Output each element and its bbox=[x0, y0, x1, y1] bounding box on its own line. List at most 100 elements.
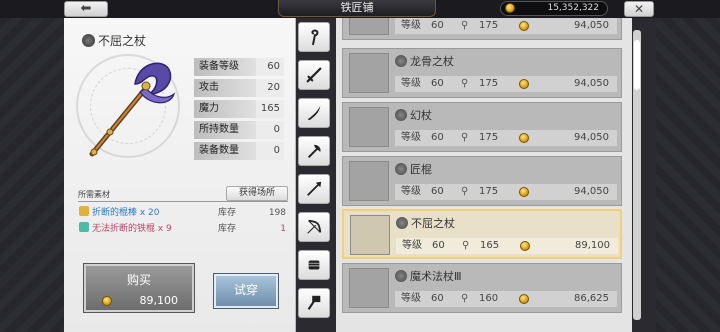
list-item[interactable]: 魔术法杖Ⅲ 等级 60 ⚲ 160 86,625 bbox=[342, 263, 622, 313]
item-name: 幻杖 bbox=[395, 107, 432, 123]
fist-icon bbox=[308, 260, 320, 270]
item-meta: 等级 60 ⚲ 165 89,100 bbox=[396, 238, 618, 254]
list-item[interactable]: 龙骨之杖 等级 60 ⚲ 175 94,050 bbox=[342, 48, 622, 98]
category-tabs bbox=[296, 18, 332, 332]
hammer-icon bbox=[307, 295, 321, 310]
back-button[interactable]: ⬅ bbox=[64, 1, 108, 17]
hammer-tab[interactable] bbox=[298, 288, 330, 318]
material-name-text: 无法折断的铁棍 x 9 bbox=[92, 224, 172, 234]
item-price: 94,050 bbox=[574, 186, 609, 197]
spear-tab[interactable] bbox=[298, 174, 330, 204]
material-row[interactable]: 折断的棍棒 x 20 库存 198 bbox=[78, 206, 288, 220]
gold-coin-icon bbox=[519, 187, 529, 197]
level-label: 等级 bbox=[401, 293, 421, 304]
material-count: 175 bbox=[479, 132, 499, 143]
level-label: 等级 bbox=[401, 132, 421, 143]
level-value: 60 bbox=[431, 186, 444, 197]
item-meta: 等级 60 ⚲ 175 94,050 bbox=[395, 18, 617, 34]
gold-coin-icon bbox=[102, 296, 112, 306]
buy-button[interactable]: 购买 89,100 bbox=[83, 263, 195, 313]
list-item[interactable]: 幻杖 等级 60 ⚲ 175 94,050 bbox=[342, 102, 622, 152]
staff-thumbnail bbox=[349, 161, 389, 201]
gem-icon bbox=[396, 217, 408, 229]
item-meta: 等级 60 ⚲ 175 94,050 bbox=[395, 76, 617, 92]
gem-icon bbox=[395, 270, 407, 282]
bow-icon bbox=[307, 219, 322, 234]
acquire-location-button[interactable]: 获得场所 bbox=[226, 186, 288, 201]
item-price: 94,050 bbox=[574, 78, 609, 89]
level-value: 60 bbox=[431, 78, 444, 89]
item-meta: 等级 60 ⚲ 175 94,050 bbox=[395, 184, 617, 200]
sword-tab[interactable] bbox=[298, 60, 330, 90]
stat-label: 攻击 bbox=[194, 79, 256, 97]
stat-row: 攻击 20 bbox=[194, 79, 284, 97]
buy-price: 89,100 bbox=[139, 294, 179, 307]
level-value: 60 bbox=[431, 132, 444, 143]
key-icon: ⚲ bbox=[461, 78, 469, 89]
list-item[interactable]: 等级 60 ⚲ 175 94,050 bbox=[342, 18, 622, 40]
item-title: 不屈之杖 bbox=[82, 32, 146, 49]
stat-label: 所持数量 bbox=[194, 121, 256, 139]
try-on-button[interactable]: 试穿 bbox=[213, 273, 279, 309]
stat-value: 165 bbox=[256, 100, 284, 118]
stats-table: 装备等级 60 攻击 20 魔力 165 所持数量 0 装备数量 0 bbox=[194, 58, 284, 163]
bow-tab[interactable] bbox=[298, 212, 330, 242]
sword-icon bbox=[306, 67, 322, 83]
item-name-text: 魔术法杖Ⅲ bbox=[410, 270, 462, 283]
item-meta: 等级 60 ⚲ 175 94,050 bbox=[395, 130, 617, 146]
stat-value: 0 bbox=[256, 142, 284, 160]
top-bar: ⬅ 铁匠铺 15,352,322 ✕ bbox=[0, 0, 720, 18]
gold-display: 15,352,322 bbox=[500, 1, 608, 16]
gem-icon bbox=[395, 163, 407, 175]
axe-icon bbox=[307, 144, 321, 159]
level-value: 60 bbox=[431, 20, 444, 31]
item-name: 匠棍 bbox=[395, 161, 432, 177]
staff-thumbnail bbox=[349, 53, 389, 93]
gem-icon bbox=[82, 34, 95, 47]
material-name-text: 折断的棍棒 x 20 bbox=[92, 208, 160, 218]
gold-coin-icon bbox=[519, 133, 529, 143]
stat-label: 魔力 bbox=[194, 100, 256, 118]
staff-thumbnail bbox=[350, 215, 390, 255]
material-row[interactable]: 无法折断的铁棍 x 9 库存 1 bbox=[78, 222, 288, 236]
item-price: 94,050 bbox=[574, 132, 609, 143]
material-count: 175 bbox=[479, 78, 499, 89]
fist-tab[interactable] bbox=[298, 250, 330, 280]
item-name-text: 幻杖 bbox=[410, 109, 432, 122]
stat-value: 0 bbox=[256, 121, 284, 139]
item-list: 等级 60 ⚲ 175 94,050 龙骨之杖 等级 60 ⚲ 175 94,0… bbox=[336, 18, 632, 332]
level-label: 等级 bbox=[402, 240, 422, 251]
staff-tab[interactable] bbox=[298, 22, 330, 52]
material-name: 无法折断的铁棍 x 9 bbox=[78, 222, 172, 236]
gem-icon bbox=[395, 109, 407, 121]
staff-thumbnail bbox=[349, 268, 389, 308]
item-detail-panel: 不屈之杖 装备等级 60 攻击 20 魔力 165 所持数量 0 装备数量 0 所需素材 … bbox=[64, 18, 296, 332]
item-meta: 等级 60 ⚲ 160 86,625 bbox=[395, 291, 617, 307]
close-button[interactable]: ✕ bbox=[624, 1, 654, 17]
stat-row: 所持数量 0 bbox=[194, 121, 284, 139]
gold-coin-icon bbox=[519, 294, 529, 304]
item-price: 86,625 bbox=[574, 293, 609, 304]
axe-tab[interactable] bbox=[298, 136, 330, 166]
staff-artwork bbox=[89, 62, 176, 157]
gold-coin-icon bbox=[520, 241, 530, 251]
item-name: 龙骨之杖 bbox=[395, 53, 454, 69]
stat-row: 装备数量 0 bbox=[194, 142, 284, 160]
material-count: 175 bbox=[479, 20, 499, 31]
gold-amount: 15,352,322 bbox=[547, 3, 599, 13]
saber-tab[interactable] bbox=[298, 98, 330, 128]
stat-row: 装备等级 60 bbox=[194, 58, 284, 76]
staff-thumbnail bbox=[349, 107, 389, 147]
stat-value: 60 bbox=[256, 58, 284, 76]
scrollbar-thumb[interactable] bbox=[634, 40, 640, 90]
item-name: 不屈之杖 bbox=[396, 215, 455, 231]
stock-label: 库存 bbox=[218, 208, 237, 218]
gold-coin-icon bbox=[505, 3, 515, 13]
item-name: 魔术法杖Ⅲ bbox=[395, 268, 462, 284]
key-icon: ⚲ bbox=[461, 293, 469, 304]
list-item-selected[interactable]: 不屈之杖 等级 60 ⚲ 165 89,100 bbox=[342, 209, 622, 259]
key-icon: ⚲ bbox=[461, 132, 469, 143]
material-name: 折断的棍棒 x 20 bbox=[78, 206, 160, 220]
list-item[interactable]: 匠棍 等级 60 ⚲ 175 94,050 bbox=[342, 156, 622, 206]
background-decoration-right bbox=[656, 18, 720, 332]
